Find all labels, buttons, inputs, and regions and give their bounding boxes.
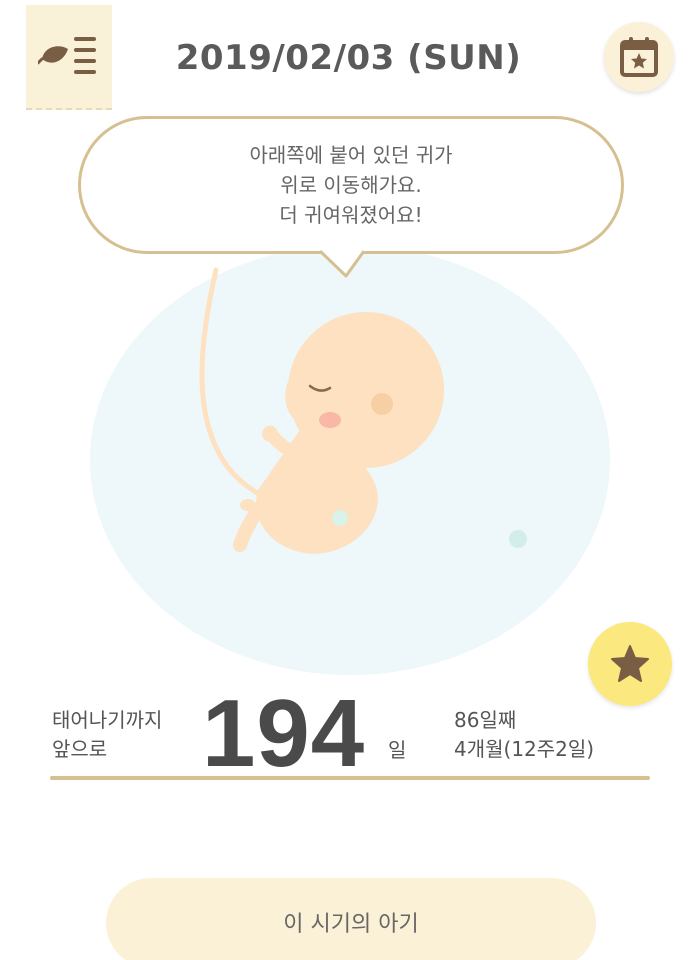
speech-bubble-tail	[318, 250, 366, 278]
calendar-button[interactable]	[604, 22, 674, 92]
speech-bubble: 아래쪽에 붙어 있던 귀가 위로 이동해가요. 더 귀여워졌어요!	[78, 116, 624, 254]
bubble-line-1: 아래쪽에 붙어 있던 귀가	[249, 143, 453, 167]
baby-this-period-button[interactable]: 이 시기의 아기	[106, 878, 596, 960]
favorite-star-button[interactable]	[588, 622, 672, 706]
days-unit: 일	[388, 738, 407, 762]
countdown-label-line2: 앞으로	[52, 737, 108, 761]
day-count-text: 86일째	[454, 708, 517, 732]
bubble-line-2: 위로 이동해가요.	[280, 173, 422, 197]
countdown-label: 태어나기까지 앞으로	[52, 706, 162, 764]
pregnancy-day-screen: 2019/02/03 (SUN) 아래쪽에 붙어 있던 귀가 위로 이동해가요.…	[0, 0, 697, 960]
days-remaining-number: 194	[202, 680, 366, 787]
countdown-label-line1: 태어나기까지	[52, 708, 163, 732]
fetus-illustration	[199, 267, 527, 554]
divider-line	[50, 776, 650, 780]
calendar-star-icon	[620, 37, 658, 77]
pregnancy-progress-info: 86일째 4개월(12주2일)	[454, 706, 594, 764]
date-title: 2019/02/03 (SUN)	[175, 38, 522, 78]
month-week-text: 4개월(12주2일)	[454, 737, 595, 761]
star-icon	[611, 645, 649, 682]
bubble-line-3: 더 귀여워졌어요!	[279, 203, 423, 227]
baby-this-period-label: 이 시기의 아기	[283, 912, 419, 937]
